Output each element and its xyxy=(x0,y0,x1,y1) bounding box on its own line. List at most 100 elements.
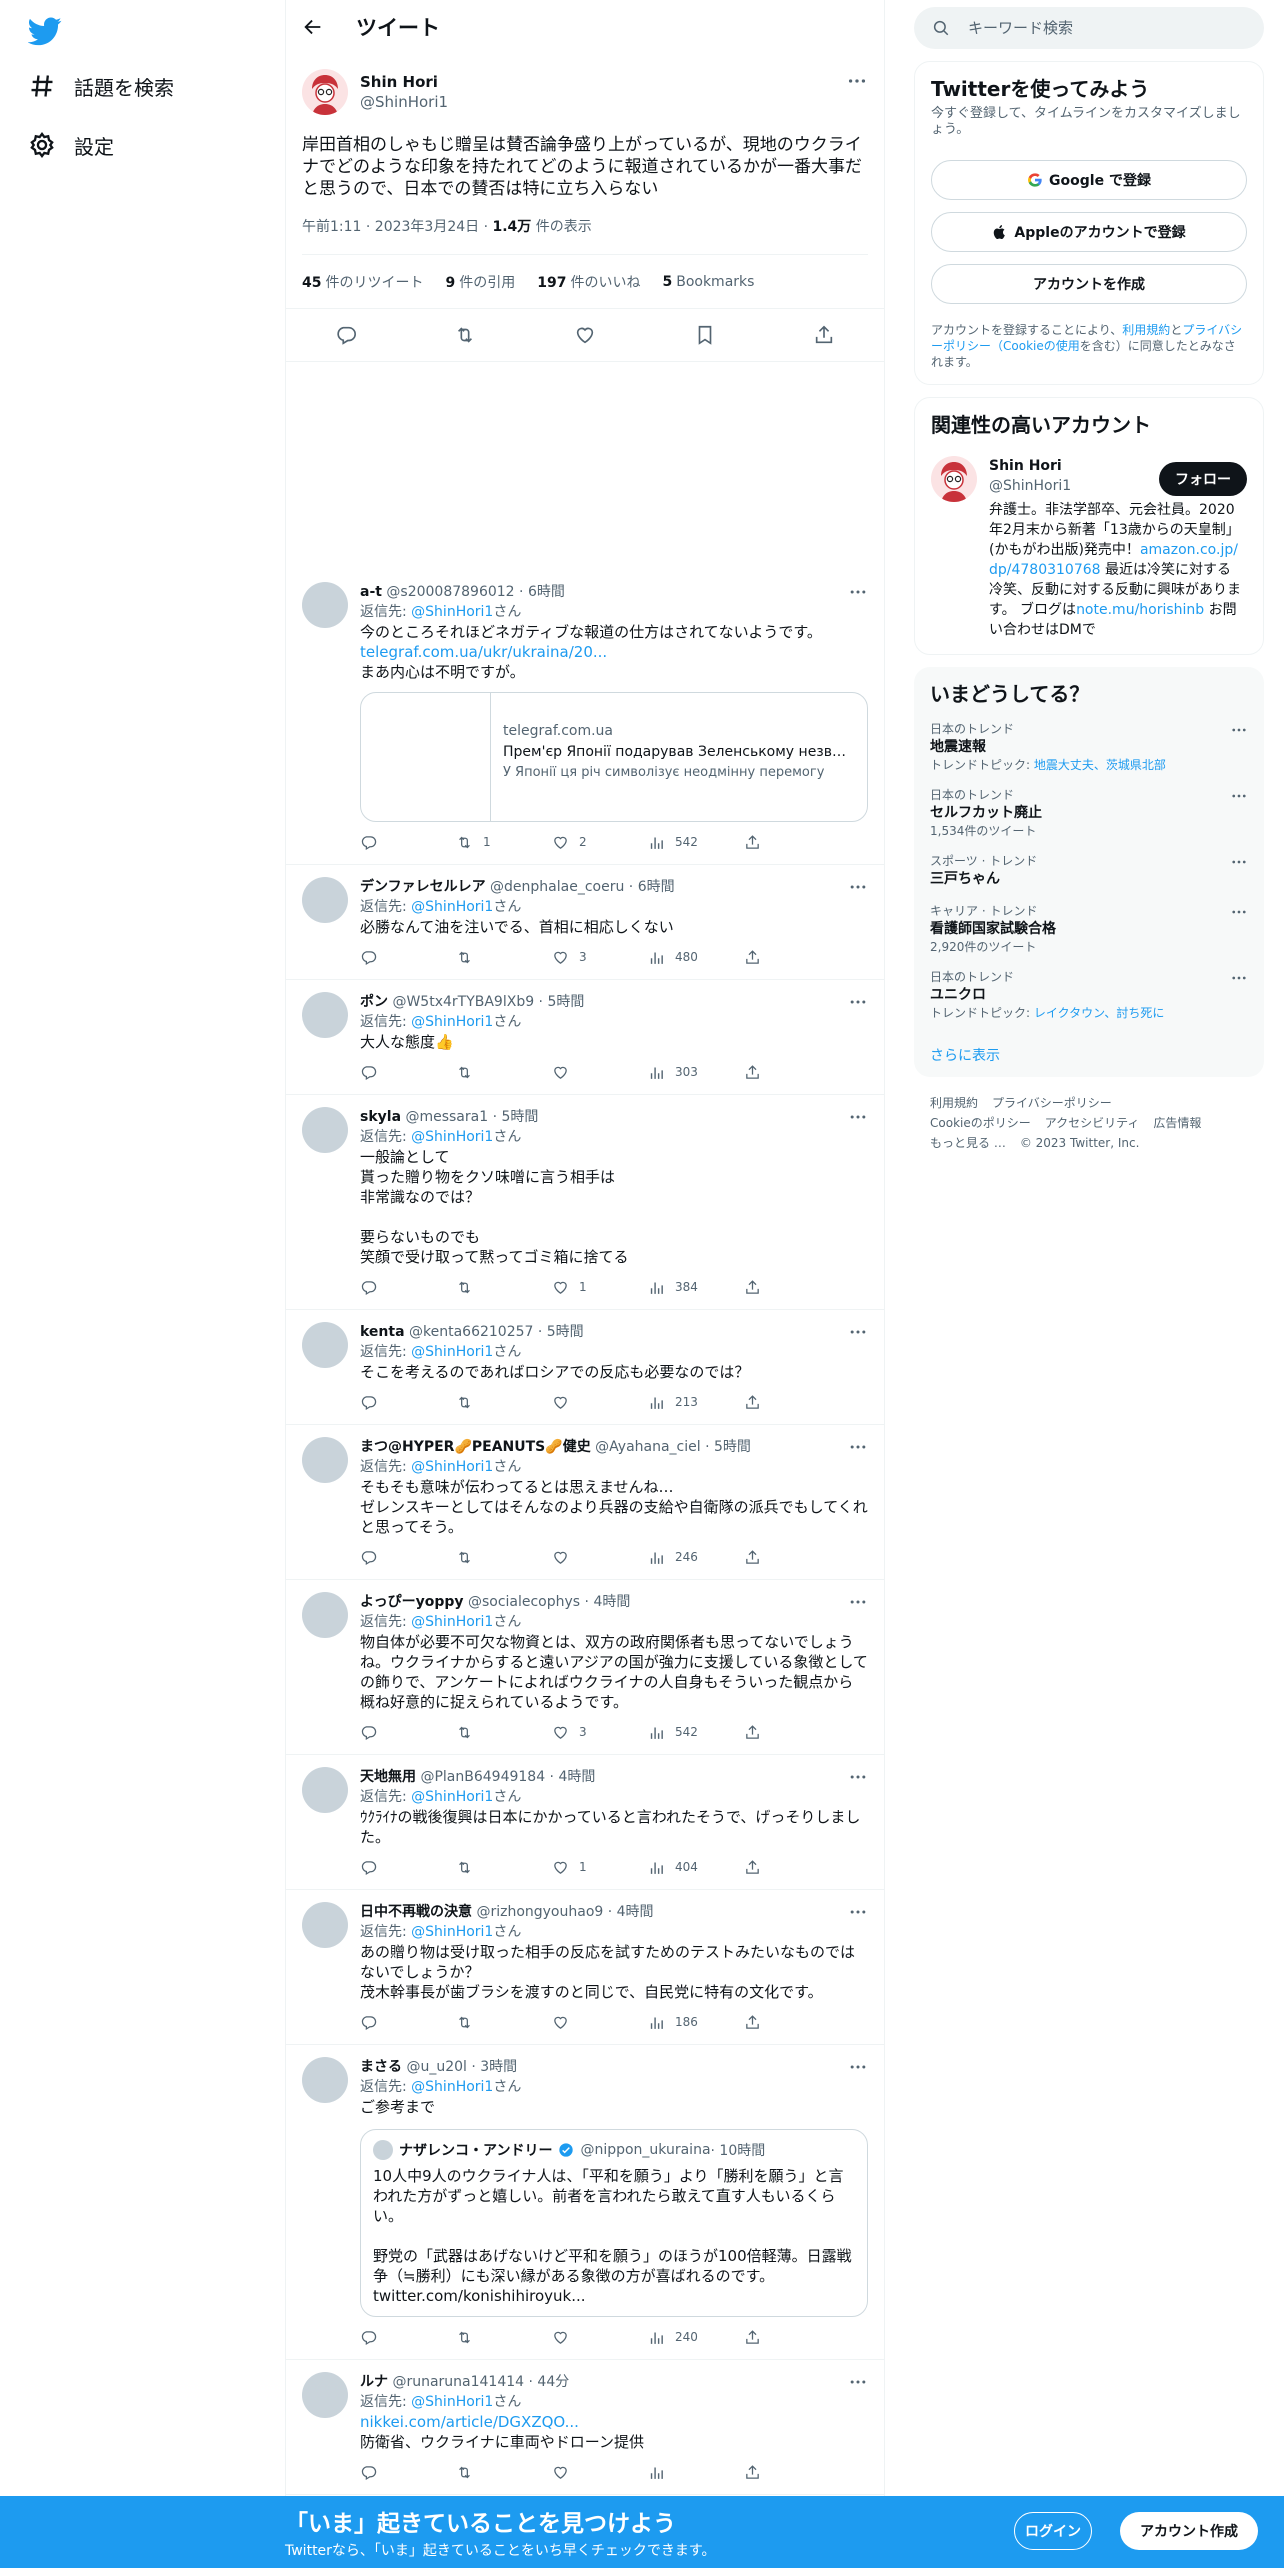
footer-cookie[interactable]: Cookieのポリシー xyxy=(930,1116,1031,1130)
views-button[interactable]: 384 xyxy=(648,1279,744,1296)
views-button[interactable]: 213 xyxy=(648,1394,744,1411)
reply-time[interactable]: · 6時間 xyxy=(624,879,675,895)
bookmarks-stat[interactable]: 5 Bookmarks xyxy=(662,274,754,290)
reply-tweet[interactable]: a-t @s200087896012 · 6時間 返信先: @ShinHori1さ… xyxy=(286,570,884,865)
reply-author-name[interactable]: a-t xyxy=(360,584,382,600)
views-button[interactable]: 186 xyxy=(648,2014,744,2031)
follow-button[interactable]: フォロー xyxy=(1159,462,1247,496)
reply-author-name[interactable]: よっぴーyoppy xyxy=(360,1594,464,1610)
reply-button[interactable] xyxy=(360,834,456,851)
like-button[interactable] xyxy=(552,2329,648,2346)
trend-item[interactable]: 日本のトレンド ユニクロ トレンドトピック: レイクタウン、討ち死に xyxy=(930,969,1248,1021)
avatar[interactable] xyxy=(302,877,348,923)
reply-time[interactable]: · 5時間 xyxy=(534,994,585,1010)
more-icon[interactable] xyxy=(1230,903,1248,921)
relevant-account[interactable]: Shin Hori @ShinHori1 弁護士。非法学部卒、元会社員。2020… xyxy=(931,456,1247,640)
reply-tweet[interactable]: まさる @u_u20l · 3時間 返信先: @ShinHori1さん ご参考までナ… xyxy=(286,2045,884,2360)
more-icon[interactable] xyxy=(848,992,868,1012)
reply-tweet[interactable]: 日中不再戦の決意 @rizhongyouhao9 · 4時間 返信先: @Shin… xyxy=(286,1890,884,2045)
avatar[interactable] xyxy=(302,582,348,628)
reply-tweet[interactable]: kenta @kenta66210257 · 5時間 返信先: @ShinHori… xyxy=(286,1310,884,1425)
avatar[interactable] xyxy=(302,69,348,115)
terms-link[interactable]: 利用規約 xyxy=(1122,323,1170,337)
search-input[interactable] xyxy=(968,19,1228,37)
like-button[interactable]: 1 xyxy=(552,1859,648,1876)
reply-author-handle[interactable]: @s200087896012 xyxy=(386,584,514,600)
retweet-button[interactable] xyxy=(456,1549,552,1566)
nav-explore[interactable]: 話題を検索 xyxy=(28,66,174,106)
reply-author-handle[interactable]: @rizhongyouhao9 xyxy=(476,1904,603,1920)
retweet-button[interactable] xyxy=(456,1394,552,1411)
share-button[interactable] xyxy=(744,834,771,851)
bio-link-note[interactable]: note.mu/horishinb xyxy=(1076,602,1204,618)
reply-author-handle[interactable]: @socialecophys xyxy=(468,1594,580,1610)
reply-author-handle[interactable]: @kenta66210257 xyxy=(409,1324,533,1340)
like-button[interactable] xyxy=(552,1549,648,1566)
reply-link[interactable]: telegraf.com.ua/ukr/ukraina/20... xyxy=(360,642,868,662)
nav-settings[interactable]: 設定 xyxy=(28,125,114,165)
login-button[interactable]: ログイン xyxy=(1014,2512,1092,2550)
retweet-button[interactable] xyxy=(456,1064,552,1081)
reply-author-name[interactable]: 天地無用 xyxy=(360,1769,416,1785)
search-box[interactable] xyxy=(914,7,1264,49)
more-icon[interactable] xyxy=(848,877,868,897)
avatar[interactable] xyxy=(302,992,348,1038)
retweet-button[interactable] xyxy=(456,1279,552,1296)
share-button[interactable] xyxy=(744,1279,771,1296)
reply-time[interactable]: · 44分 xyxy=(524,2374,570,2390)
views-button[interactable]: 542 xyxy=(648,1724,744,1741)
reply-author-name[interactable]: kenta xyxy=(360,1324,405,1340)
retweet-button[interactable] xyxy=(456,2329,552,2346)
reply-tweet[interactable]: ポン @W5tx4rTYBA9lXb9 · 5時間 返信先: @ShinHori1… xyxy=(286,980,884,1095)
more-icon[interactable] xyxy=(846,70,868,92)
reply-to-handle[interactable]: @ShinHori1 xyxy=(411,2394,493,2410)
reply-to-handle[interactable]: @ShinHori1 xyxy=(411,1129,493,1145)
share-button[interactable] xyxy=(744,2329,771,2346)
reply-author-handle[interactable]: @W5tx4rTYBA9lXb9 xyxy=(392,994,534,1010)
footer-terms[interactable]: 利用規約 xyxy=(930,1096,978,1110)
reply-to-handle[interactable]: @ShinHori1 xyxy=(411,1924,493,1940)
more-icon[interactable] xyxy=(848,1767,868,1787)
reply-time[interactable]: · 6時間 xyxy=(515,584,565,600)
trend-topics-links[interactable]: 地震大丈夫、茨城県北部 xyxy=(1034,758,1166,772)
reply-link[interactable]: nikkei.com/article/DGXZQO... xyxy=(360,2412,868,2432)
reply-to-handle[interactable]: @ShinHori1 xyxy=(411,899,493,915)
footer-ads[interactable]: 広告情報 xyxy=(1153,1116,1201,1130)
more-icon[interactable] xyxy=(848,1322,868,1342)
views-button[interactable]: 404 xyxy=(648,1859,744,1876)
reply-button[interactable] xyxy=(360,1064,456,1081)
more-icon[interactable] xyxy=(1230,853,1248,871)
trend-item[interactable]: 日本のトレンド 地震速報 トレンドトピック: 地震大丈夫、茨城県北部 xyxy=(930,721,1248,773)
reply-author-handle[interactable]: @denphalae_coeru xyxy=(490,879,624,895)
link-card[interactable]: telegraf.com.ua Прем'єр Японії подарував … xyxy=(360,692,868,822)
author-handle[interactable]: @ShinHori1 xyxy=(360,92,448,112)
views-button[interactable]: 542 xyxy=(648,834,744,851)
reply-button[interactable] xyxy=(360,1394,456,1411)
reply-button[interactable] xyxy=(360,2329,456,2346)
trend-item[interactable]: スポーツ · トレンド 三戸ちゃん xyxy=(930,853,1248,889)
share-button[interactable] xyxy=(744,949,771,966)
avatar[interactable] xyxy=(302,1322,348,1368)
footer-more[interactable]: もっと見る … xyxy=(930,1136,1006,1150)
share-button[interactable] xyxy=(744,2014,771,2031)
avatar[interactable] xyxy=(302,2372,348,2418)
more-icon[interactable] xyxy=(848,1107,868,1127)
footer-accessibility[interactable]: アクセシビリティ xyxy=(1045,1116,1140,1130)
reply-time[interactable]: · 4時間 xyxy=(603,1904,654,1920)
like-button[interactable] xyxy=(552,1394,648,1411)
reply-author-name[interactable]: まつ@HYPER🥜PEANUTS🥜健史 xyxy=(360,1439,591,1455)
reply-button[interactable] xyxy=(360,2014,456,2031)
reply-author-name[interactable]: まさる xyxy=(360,2059,402,2075)
reply-button[interactable] xyxy=(360,949,456,966)
apple-signup-button[interactable]: Appleのアカウントで登録 xyxy=(931,212,1247,252)
like-button[interactable]: 1 xyxy=(552,1279,648,1296)
reply-author-handle[interactable]: @PlanB64949184 xyxy=(420,1769,545,1785)
retweet-icon[interactable] xyxy=(454,324,476,346)
more-icon[interactable] xyxy=(848,2372,868,2392)
avatar[interactable] xyxy=(302,2057,348,2103)
share-button[interactable] xyxy=(744,2464,771,2481)
show-more-link[interactable]: さらに表示 xyxy=(930,1045,1248,1065)
more-icon[interactable] xyxy=(1230,721,1248,739)
reply-to-handle[interactable]: @ShinHori1 xyxy=(411,604,493,620)
arrow-left-icon[interactable] xyxy=(302,16,324,38)
